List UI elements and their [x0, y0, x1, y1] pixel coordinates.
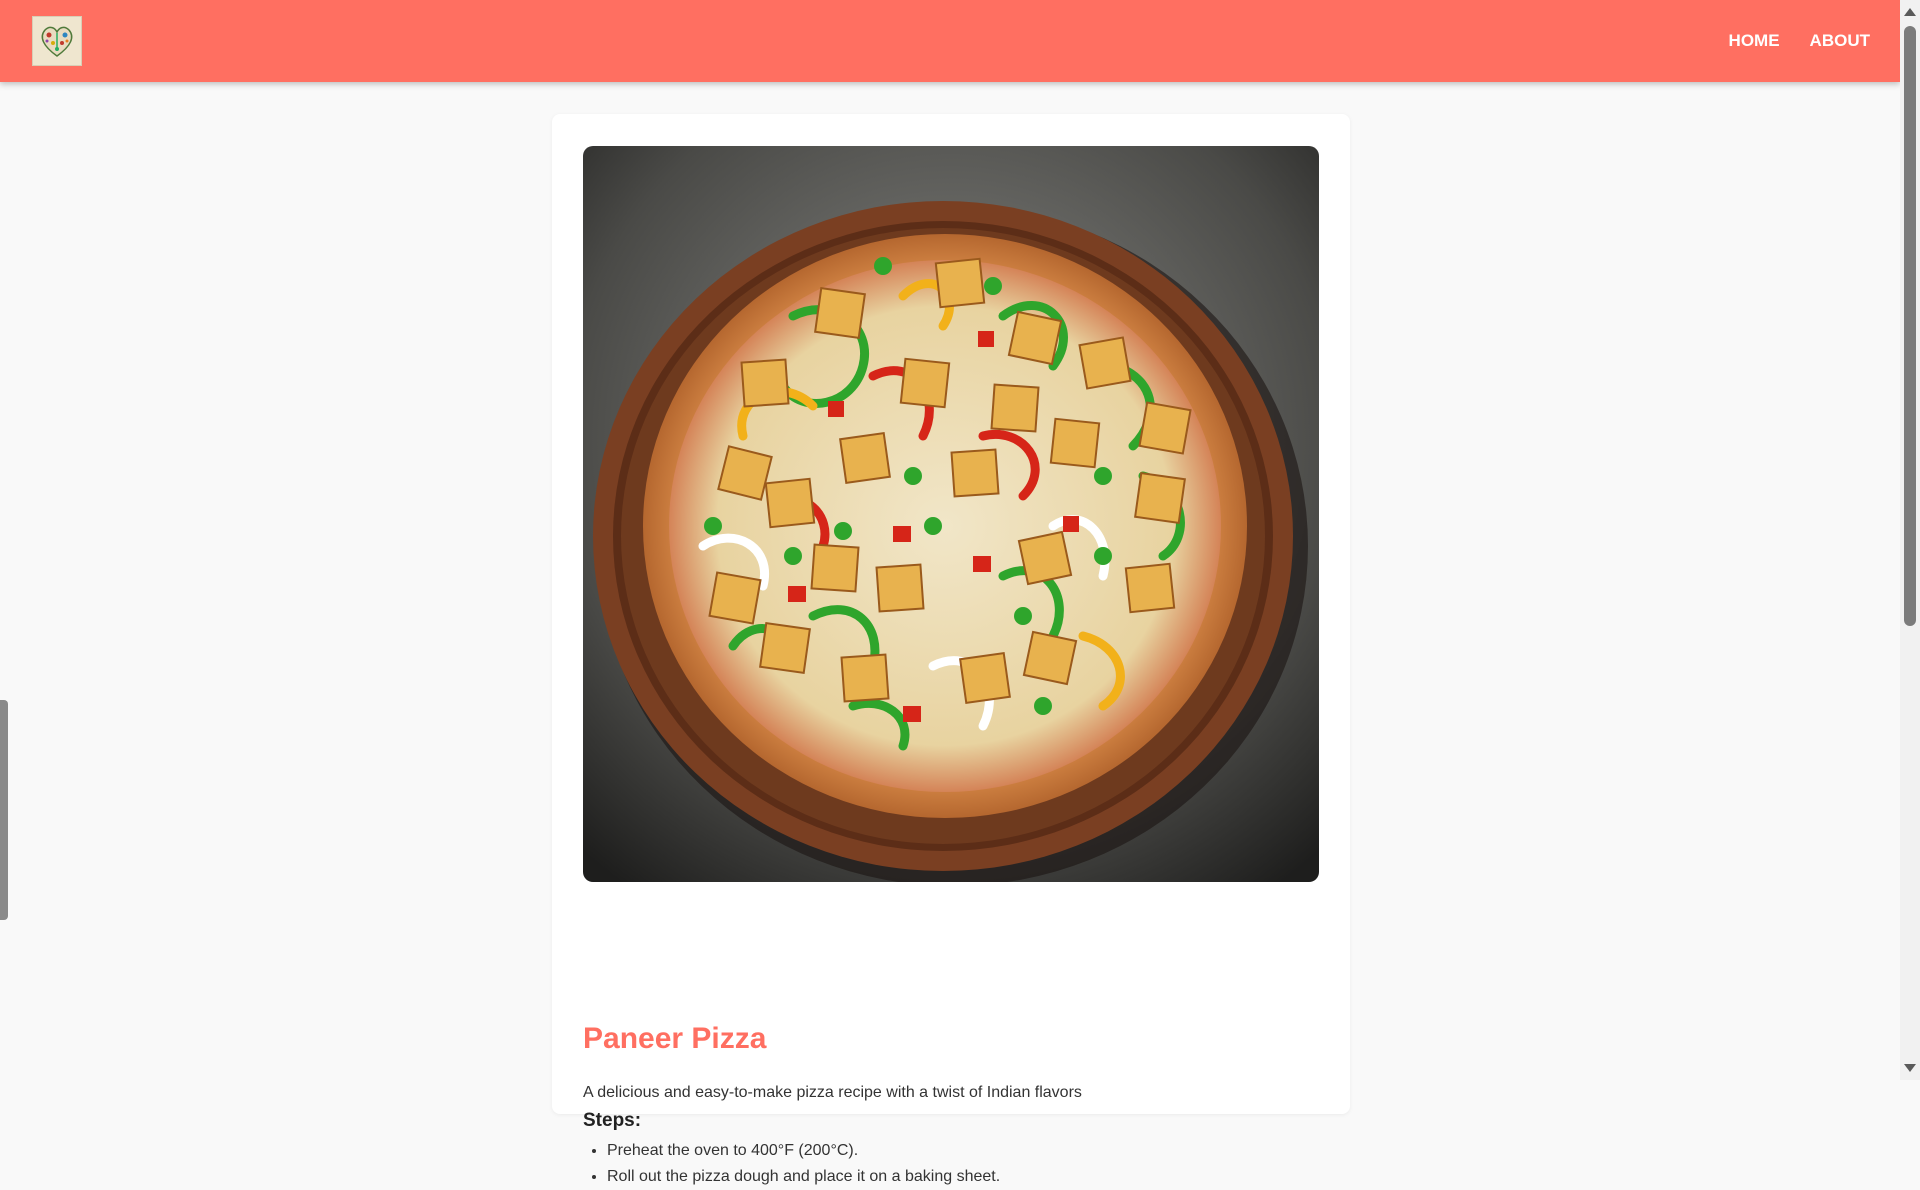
steps-list: Preheat the oven to 400°F (200°C). Roll …	[583, 1138, 1000, 1190]
vertical-scrollbar[interactable]	[1900, 0, 1920, 1080]
nav-links: HOME ABOUT	[1729, 0, 1870, 82]
scroll-thumb[interactable]	[1904, 26, 1916, 626]
nav-about-link[interactable]: ABOUT	[1810, 31, 1870, 51]
scroll-up-arrow-icon[interactable]	[1904, 8, 1916, 16]
step-item: Preheat the oven to 400°F (200°C).	[607, 1138, 1000, 1164]
nav-home-link[interactable]: HOME	[1729, 31, 1780, 51]
recipe-card: Paneer Pizza A delicious and easy-to-mak…	[552, 114, 1350, 1185]
step-item: Roll out the pizza dough and place it on…	[607, 1164, 1000, 1190]
paneer-pizza-image	[583, 146, 1319, 882]
top-navbar: HOME ABOUT	[0, 0, 1900, 82]
scroll-down-arrow-icon[interactable]	[1904, 1064, 1916, 1072]
recipe-title: Paneer Pizza	[583, 1022, 767, 1055]
steps-heading: Steps:	[583, 1110, 642, 1131]
heart-floral-logo-icon[interactable]	[32, 16, 82, 66]
side-drawer-handle[interactable]	[0, 700, 8, 920]
recipe-description: A delicious and easy-to-make pizza recip…	[583, 1084, 1082, 1101]
